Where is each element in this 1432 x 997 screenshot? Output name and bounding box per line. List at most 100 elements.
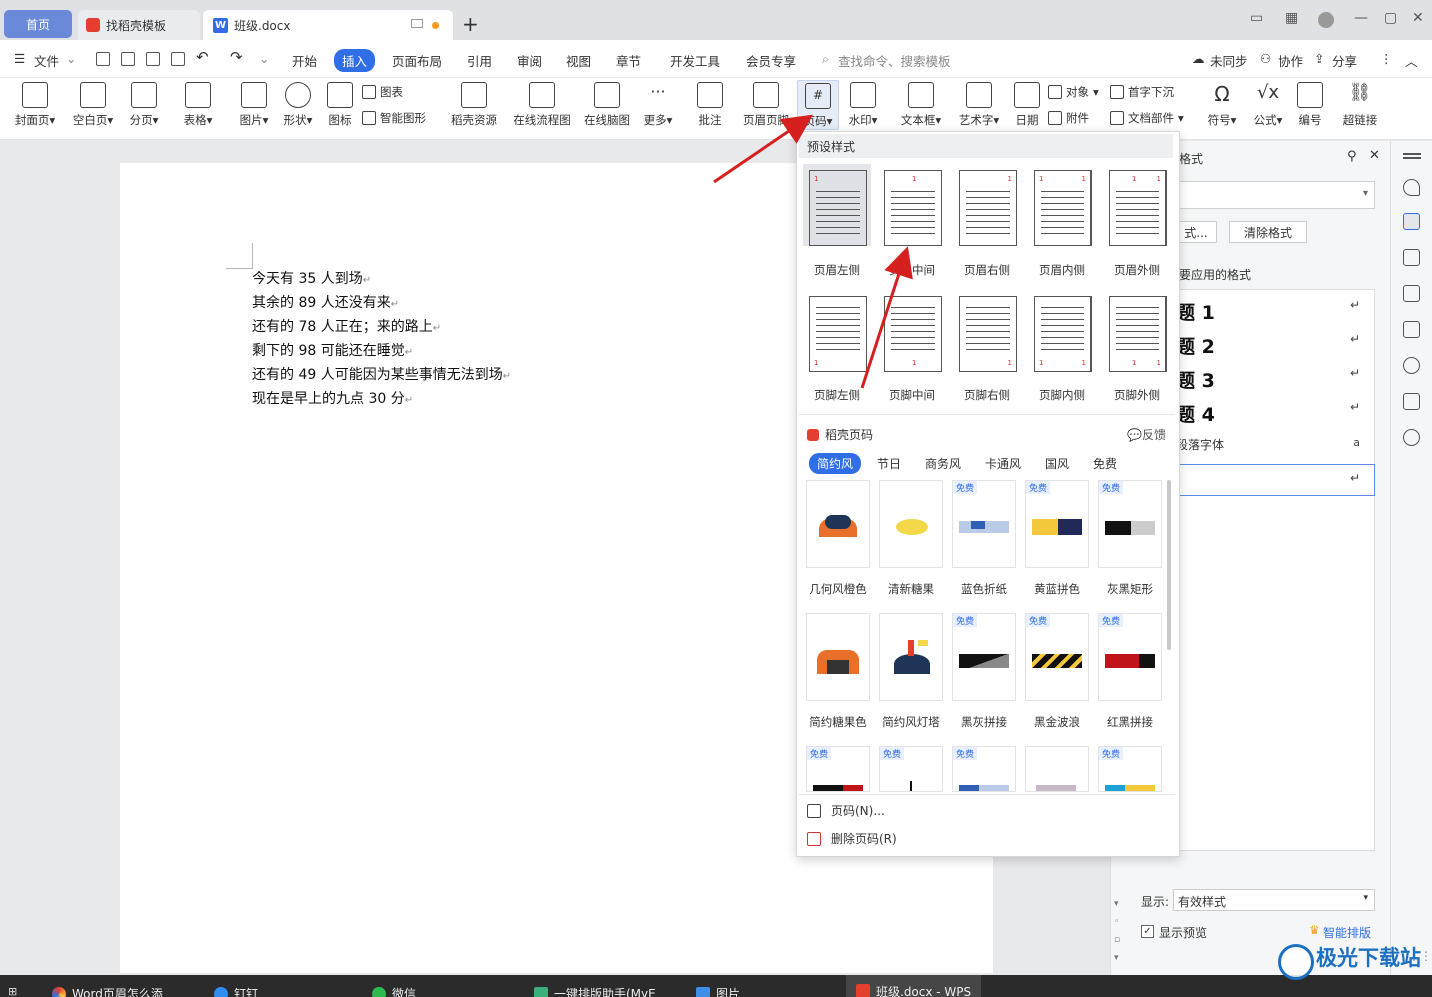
taskbar-item[interactable]: 图片 bbox=[696, 985, 740, 997]
dropcap-button[interactable]: 首字下沉 bbox=[1110, 84, 1174, 100]
grid-icon[interactable]: ▦ bbox=[1285, 10, 1298, 26]
template-card[interactable]: 免费 bbox=[806, 746, 870, 792]
smartart-button[interactable]: 智能图形 bbox=[362, 110, 426, 126]
pin-icon[interactable]: ⚲ bbox=[1347, 149, 1357, 164]
template-card[interactable]: 免费 bbox=[879, 746, 943, 792]
new-style-button[interactable]: 式... bbox=[1175, 221, 1217, 243]
book-icon[interactable] bbox=[1403, 393, 1420, 410]
docpart-button[interactable]: 文档部件 ▾ bbox=[1110, 110, 1184, 126]
feedback-link[interactable]: 💬反馈 bbox=[1127, 426, 1166, 443]
menu-reference[interactable]: 引用 bbox=[467, 51, 492, 70]
customize-icon[interactable]: ⌄ bbox=[259, 51, 269, 66]
tab-home[interactable]: 首页 bbox=[4, 10, 72, 38]
online-flowchart-button[interactable]: 在线流程图 bbox=[510, 82, 574, 128]
layout-icon[interactable]: ▭ bbox=[1250, 10, 1263, 26]
avatar[interactable] bbox=[1318, 12, 1334, 28]
comment-button[interactable]: 批注 bbox=[692, 82, 728, 128]
style-set-select[interactable]: ▾ bbox=[1175, 181, 1375, 209]
toolbox-icon[interactable] bbox=[1403, 321, 1420, 338]
preset-footer-inside[interactable]: 11 bbox=[1028, 290, 1096, 372]
page-number-settings-item[interactable]: 页码(N)... bbox=[807, 802, 885, 819]
taskbar-item[interactable]: 一键排版助手(MyE bbox=[534, 985, 656, 997]
menu-chapter[interactable]: 章节 bbox=[616, 51, 641, 70]
show-filter-select[interactable]: 有效样式 ▾ bbox=[1173, 889, 1375, 911]
template-card[interactable] bbox=[806, 480, 870, 568]
menu-start[interactable]: 开始 bbox=[292, 51, 317, 70]
close-button[interactable]: ✕ bbox=[1412, 10, 1424, 26]
more-button[interactable]: ··· 更多▾ bbox=[640, 82, 676, 128]
start-icon[interactable]: ⊞ bbox=[8, 985, 17, 997]
sync-status[interactable]: 未同步 bbox=[1210, 51, 1248, 70]
undo-icon[interactable]: ↶ bbox=[196, 48, 209, 66]
table-button[interactable]: 表格▾ bbox=[178, 82, 218, 128]
collab-button[interactable]: 协作 bbox=[1278, 51, 1303, 70]
template-card[interactable]: 免费 bbox=[952, 480, 1016, 568]
new-tab-button[interactable]: + bbox=[462, 12, 479, 36]
style-para-font[interactable]: 段落字体 a bbox=[1176, 436, 1374, 456]
category-free[interactable]: 免费 bbox=[1093, 455, 1117, 472]
tab-template[interactable]: 找稻壳模板 bbox=[78, 10, 200, 40]
numbering-button[interactable]: 编号 bbox=[1294, 82, 1326, 128]
print-preview-icon[interactable] bbox=[171, 52, 185, 66]
sliders-icon[interactable] bbox=[1403, 285, 1420, 302]
preset-header-center[interactable]: 1 bbox=[878, 164, 946, 246]
category-business[interactable]: 商务风 bbox=[925, 455, 961, 472]
export-pdf-icon[interactable] bbox=[121, 52, 135, 66]
preset-header-outside[interactable]: 11 bbox=[1103, 164, 1171, 246]
taskbar-item[interactable]: Word页眉怎么添 bbox=[52, 985, 163, 997]
preset-footer-right[interactable]: 1 bbox=[953, 290, 1021, 372]
template-card[interactable]: 免费 bbox=[1098, 746, 1162, 792]
category-festival[interactable]: 节日 bbox=[877, 455, 901, 472]
help-icon[interactable] bbox=[1403, 429, 1420, 446]
search-command-input[interactable]: 查找命令、搜索模板 bbox=[838, 51, 951, 70]
document-body[interactable]: 今天有 35 人到场↵ 其余的 89 人还没有来↵ 还有的 78 人正在；来的路… bbox=[252, 268, 511, 412]
collapse-ribbon-icon[interactable]: ︿ bbox=[1405, 51, 1418, 70]
monitor-icon[interactable] bbox=[411, 19, 423, 28]
cover-page-button[interactable]: 封面页▾ bbox=[10, 82, 60, 128]
menu-insert[interactable]: 插入 bbox=[334, 49, 376, 72]
style-heading-3[interactable]: 题 3 ↵ bbox=[1176, 366, 1374, 392]
dropdown-scrollbar[interactable] bbox=[1167, 480, 1171, 650]
taskbar-item[interactable]: 钉钉 bbox=[214, 985, 258, 997]
watermark-button[interactable]: 水印▾ bbox=[844, 82, 882, 128]
template-card[interactable] bbox=[879, 613, 943, 701]
textbox-button[interactable]: 文本框▾ bbox=[898, 82, 944, 128]
arttext-button[interactable]: 艺术字▾ bbox=[956, 82, 1002, 128]
template-card[interactable]: 免费 bbox=[1098, 480, 1162, 568]
template-card[interactable]: 免费 bbox=[952, 613, 1016, 701]
template-card[interactable]: 免费 bbox=[952, 746, 1016, 792]
preset-header-left[interactable]: 1 bbox=[803, 164, 871, 246]
formula-button[interactable]: √x 公式▾ bbox=[1250, 82, 1286, 128]
minimize-button[interactable]: — bbox=[1354, 10, 1368, 26]
maximize-button[interactable]: ▢ bbox=[1384, 10, 1397, 26]
attachment-button[interactable]: 附件 bbox=[1048, 110, 1089, 126]
rail-menu-icon[interactable] bbox=[1403, 153, 1421, 155]
style-heading-4[interactable]: 题 4 ↵ bbox=[1176, 400, 1374, 426]
preset-footer-outside[interactable]: 11 bbox=[1103, 290, 1171, 372]
object-button[interactable]: 对象 ▾ bbox=[1048, 84, 1099, 100]
delete-page-number-item[interactable]: 删除页码(R) bbox=[807, 830, 897, 847]
hyperlink-button[interactable]: ⛓ 超链接 bbox=[1340, 82, 1380, 128]
cursor-icon[interactable] bbox=[1403, 249, 1420, 266]
taskbar-item-active[interactable]: 班级.docx - WPS bbox=[846, 975, 982, 997]
menu-devtools[interactable]: 开发工具 bbox=[670, 51, 720, 70]
show-preview-checkbox[interactable]: ✓ bbox=[1141, 925, 1154, 938]
picture-button[interactable]: 图片▾ bbox=[234, 82, 274, 128]
template-card[interactable]: 免费 bbox=[1025, 613, 1089, 701]
menu-review[interactable]: 审阅 bbox=[517, 51, 542, 70]
preset-footer-left[interactable]: 1 bbox=[803, 290, 871, 372]
more-icon[interactable]: ⋮ bbox=[1380, 51, 1393, 66]
template-card[interactable] bbox=[806, 613, 870, 701]
online-mindmap-button[interactable]: 在线脑图 bbox=[580, 82, 634, 128]
header-footer-button[interactable]: 页眉页脚 bbox=[740, 82, 792, 128]
category-cartoon[interactable]: 卡通风 bbox=[985, 455, 1021, 472]
chart-button[interactable]: 图表 bbox=[362, 84, 403, 100]
preset-footer-center[interactable]: 1 bbox=[878, 290, 946, 372]
smart-layout-link[interactable]: 智能排版 bbox=[1323, 924, 1371, 941]
preset-header-inside[interactable]: 11 bbox=[1028, 164, 1096, 246]
category-chinese[interactable]: 国风 bbox=[1045, 455, 1069, 472]
tab-document[interactable]: W 班级.docx bbox=[203, 10, 453, 40]
style-heading-1[interactable]: 题 1 ↵ bbox=[1176, 298, 1374, 324]
icon-button[interactable]: 图标 bbox=[322, 82, 358, 128]
location-icon[interactable] bbox=[1403, 357, 1420, 374]
